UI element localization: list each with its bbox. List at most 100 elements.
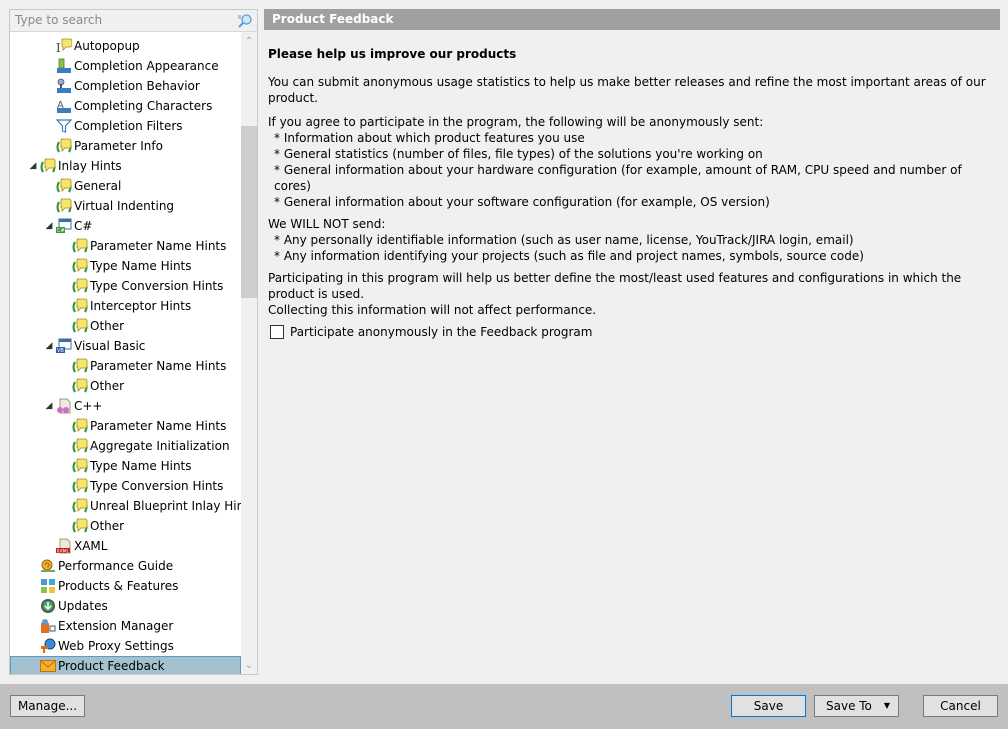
expand-arrow-icon[interactable]: ◢ xyxy=(28,156,38,176)
save-button[interactable]: Save xyxy=(731,695,806,717)
tree-item[interactable]: Parameter Name Hints xyxy=(10,416,226,436)
product-feedback-panel: Product Feedback Please help us improve … xyxy=(264,9,1000,675)
closing-text-2: Collecting this information will not aff… xyxy=(268,303,597,317)
tree-item-label: General xyxy=(74,179,122,193)
tree-item[interactable]: ◢ C# C# xyxy=(10,216,92,236)
tree-item[interactable]: Updates xyxy=(10,596,108,616)
tree-item[interactable]: Parameter Name Hints xyxy=(10,356,226,376)
list-item: * Any information identifying your proje… xyxy=(274,249,864,263)
tree-scrollbar[interactable]: ⌃ ⌄ xyxy=(241,32,257,674)
envelope-icon xyxy=(40,658,56,674)
participate-checkbox-row[interactable]: Participate anonymously in the Feedback … xyxy=(268,324,996,340)
tree-item[interactable]: Other xyxy=(10,316,124,336)
tree-item-label: Type Conversion Hints xyxy=(90,279,224,293)
inlay-hint-icon xyxy=(72,258,88,274)
tree-item[interactable]: A Completing Characters xyxy=(10,96,212,116)
tree-item[interactable]: General xyxy=(10,176,121,196)
tree-item-label: Updates xyxy=(58,599,108,613)
tree-item-label: Other xyxy=(90,379,125,393)
manage-button[interactable]: Manage... xyxy=(10,695,85,717)
tree-item[interactable]: Extension Manager xyxy=(10,616,173,636)
tree-item[interactable]: Aggregate Initialization xyxy=(10,436,230,456)
inlay-hint-icon xyxy=(72,518,88,534)
inlay-hint-icon xyxy=(72,318,88,334)
list-item: * General information about your hardwar… xyxy=(274,163,962,193)
tree-item[interactable]: ◢ VB Visual Basic xyxy=(10,336,145,356)
search-box xyxy=(10,10,257,32)
tree-item-label: Other xyxy=(90,319,125,333)
svg-text:C#: C# xyxy=(57,228,65,234)
tree-item-label: Inlay Hints xyxy=(58,159,122,173)
tree-item-label: Virtual Indenting xyxy=(74,199,175,213)
inlay-hint-icon xyxy=(72,458,88,474)
inlay-hint-icon xyxy=(72,418,88,434)
save-to-label: Save To xyxy=(826,699,872,713)
list-item: * General statistics (number of files, f… xyxy=(274,147,763,161)
participate-checkbox-label[interactable]: Participate anonymously in the Feedback … xyxy=(290,324,592,340)
save-to-button[interactable]: Save To ▼ xyxy=(814,695,899,717)
tree-item[interactable]: Completion Behavior xyxy=(10,76,200,96)
tree-item[interactable]: Parameter Info xyxy=(10,136,163,156)
not-send-list: * Any personally identifiable informatio… xyxy=(268,232,996,264)
tree-item-label: Autopopup xyxy=(74,39,140,53)
send-list: * Information about which product featur… xyxy=(268,130,996,210)
expand-arrow-icon[interactable]: ◢ xyxy=(44,336,54,356)
tree-item[interactable]: Virtual Indenting xyxy=(10,196,174,216)
participate-checkbox[interactable] xyxy=(270,325,284,339)
tree-item[interactable]: Interceptor Hints xyxy=(10,296,191,316)
filter-icon xyxy=(55,118,73,134)
tree-item[interactable]: Completion Appearance xyxy=(10,56,219,76)
inlay-hint-icon xyxy=(56,178,72,194)
cancel-button[interactable]: Cancel xyxy=(923,695,998,717)
tree-item[interactable]: ◢ C++ xyxy=(10,396,103,416)
tree-item[interactable]: Type Name Hints xyxy=(10,456,192,476)
tree-item[interactable]: Parameter Name Hints xyxy=(10,236,226,256)
tree-item-label: Product Feedback xyxy=(58,659,165,673)
tree-item[interactable]: Web Proxy Settings xyxy=(10,636,174,656)
vb-icon: VB xyxy=(56,338,72,354)
inlay-hint-icon xyxy=(72,378,88,394)
scroll-thumb[interactable] xyxy=(241,126,257,298)
settings-tree-panel: I Autopopup Completion Appearance Completio… xyxy=(9,9,258,675)
not-send-heading: We WILL NOT send: xyxy=(268,217,386,231)
inlay-hint-icon xyxy=(72,358,88,374)
panel-title: Please help us improve our products xyxy=(268,47,517,61)
tree-item[interactable]: Performance Guide xyxy=(10,556,173,576)
tree-item[interactable]: Unreal Blueprint Inlay Hints xyxy=(10,496,241,516)
tree-item[interactable]: Type Name Hints xyxy=(10,256,192,276)
svg-text:I: I xyxy=(56,41,61,54)
tree-item[interactable]: ◢ Inlay Hints xyxy=(10,156,122,176)
dialog-footer: Manage... Save Save To ▼ Cancel xyxy=(0,684,1008,729)
expand-arrow-icon[interactable]: ◢ xyxy=(44,216,54,236)
tree-item[interactable]: XAML XAML xyxy=(10,536,107,556)
tree-item[interactable]: Products & Features xyxy=(10,576,178,596)
scroll-down-button[interactable]: ⌄ xyxy=(241,658,257,674)
inlay-hint-icon xyxy=(56,198,72,214)
search-input[interactable] xyxy=(10,10,230,30)
tree-item-label: Parameter Name Hints xyxy=(90,419,227,433)
cpp-icon xyxy=(56,398,72,414)
tree-item[interactable]: Other xyxy=(10,376,124,396)
scroll-up-button[interactable]: ⌃ xyxy=(241,34,257,50)
inlay-hint-icon xyxy=(72,238,88,254)
tree-item[interactable]: Product Feedback xyxy=(10,656,241,674)
tree-item[interactable]: I Autopopup xyxy=(10,36,140,56)
tree-item-label: Unreal Blueprint Inlay Hints xyxy=(90,499,241,513)
updates-icon xyxy=(40,598,56,614)
tree-item-label: Web Proxy Settings xyxy=(58,639,174,653)
tree-item-label: Type Conversion Hints xyxy=(90,479,224,493)
tree-item[interactable]: Type Conversion Hints xyxy=(10,276,223,296)
inlay-hint-icon xyxy=(72,278,88,294)
tree-item[interactable]: Other xyxy=(10,516,124,536)
svg-text:VB: VB xyxy=(57,348,64,354)
tree-item[interactable]: Type Conversion Hints xyxy=(10,476,223,496)
tree-item-label: Completion Filters xyxy=(74,119,183,133)
search-icon[interactable] xyxy=(237,13,253,29)
tree-item-label: Visual Basic xyxy=(74,339,146,353)
tree-item-label: Extension Manager xyxy=(58,619,174,633)
tree-item-label: Type Name Hints xyxy=(90,459,192,473)
autopopup-icon: I xyxy=(56,38,73,55)
tree-item-label: Completion Behavior xyxy=(74,79,200,93)
tree-item[interactable]: Completion Filters xyxy=(10,116,183,136)
expand-arrow-icon[interactable]: ◢ xyxy=(44,396,54,416)
